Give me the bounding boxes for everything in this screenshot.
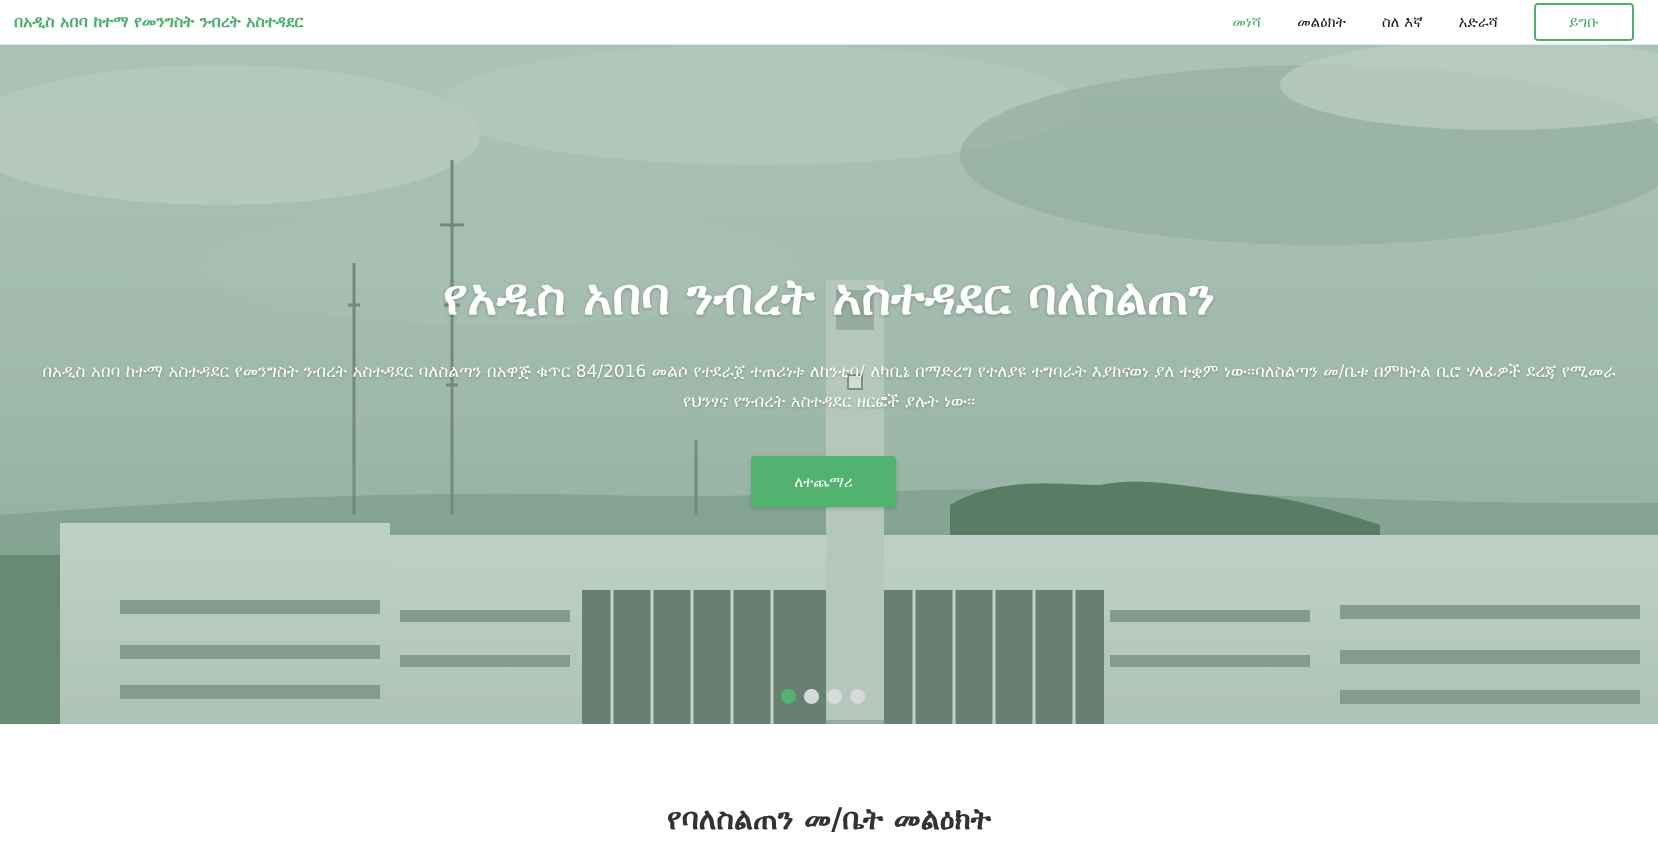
hero-content: የአዲስ አበባ ንብረት አስተዳደር ባለስልጠን በአዲስ አበባ ከተማ… xyxy=(0,45,1658,724)
hero-carousel: የአዲስ አበባ ንብረት አስተዳደር ባለስልጠን በአዲስ አበባ ከተማ… xyxy=(0,45,1658,724)
nav-link-home[interactable]: መነሻ xyxy=(1232,13,1261,31)
top-navbar: በአዲስ አበባ ከተማ የመንግስት ንብረት አስተዳደር መነሻ መልዕክ… xyxy=(0,0,1658,45)
carousel-indicators xyxy=(781,689,865,704)
message-section-title: የባለስልጠን መ/ቤት መልዕክት xyxy=(666,802,992,837)
site-brand[interactable]: በአዲስ አበባ ከተማ የመንግስት ንብረት አስተዳደር xyxy=(14,12,303,32)
nav-link-address[interactable]: አድራሻ xyxy=(1459,13,1498,31)
carousel-dot-3[interactable] xyxy=(827,689,842,704)
carousel-dot-2[interactable] xyxy=(804,689,819,704)
login-button[interactable]: ይግቡ xyxy=(1534,3,1634,41)
main-nav: መነሻ መልዕክት ስለ እኛ አድራሻ xyxy=(1196,13,1498,31)
hero-description: በአዲስ አበባ ከተማ አስተዳደር የመንግስት ንብረት አስተዳደር ባ… xyxy=(42,362,1616,412)
nav-link-message[interactable]: መልዕክት xyxy=(1297,13,1346,31)
carousel-dot-4[interactable] xyxy=(850,689,865,704)
read-more-button[interactable]: ለተጨማሪ xyxy=(751,456,896,507)
hero-title: የአዲስ አበባ ንብረት አስተዳደር ባለስልጠን xyxy=(443,267,1215,326)
nav-right: መነሻ መልዕክት ስለ እኛ አድራሻ ይግቡ xyxy=(1196,0,1644,45)
carousel-dot-1[interactable] xyxy=(781,689,796,704)
nav-link-about[interactable]: ስለ እኛ xyxy=(1382,13,1423,31)
